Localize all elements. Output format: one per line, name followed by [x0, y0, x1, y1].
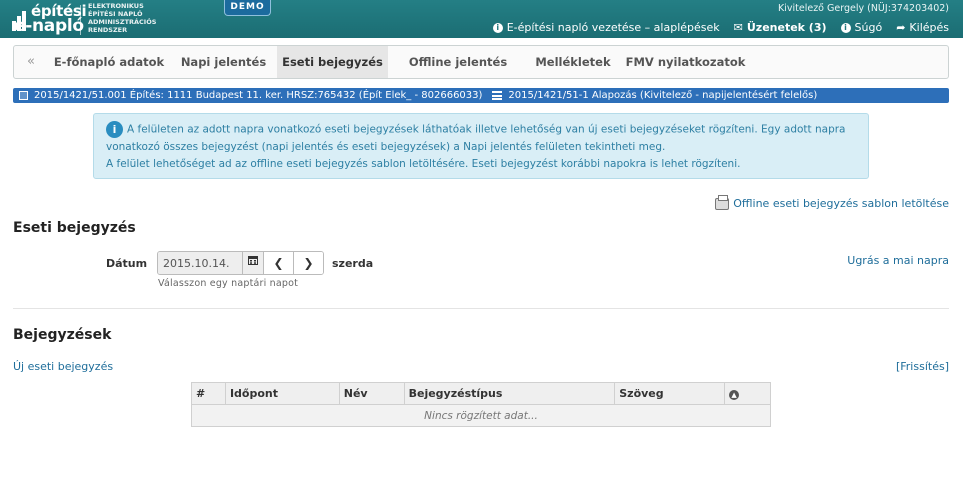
offline-template-download-link[interactable]: Offline eseti bejegyzés sablon letöltése — [715, 194, 949, 210]
info-icon: i — [106, 121, 123, 138]
date-hint: Válasszon egy naptári napot — [158, 278, 299, 289]
chevron-right-icon: ❯ — [303, 256, 314, 270]
logo-text-2: e-napló — [14, 16, 84, 36]
tab-eseti-bejegyzes[interactable]: Eseti bejegyzés — [277, 46, 388, 78]
guide-link-label: E-építési napló vezetése – alaplépések — [506, 21, 720, 34]
collapse-tabs-button[interactable]: « — [14, 46, 48, 78]
logo-sub-line: ADMINISZTRÁCIÓS — [88, 18, 157, 26]
logout-link-label: Kilépés — [909, 21, 949, 34]
info-circle-icon: i — [840, 22, 851, 33]
empty-table-message: Nincs rögzített adat... — [191, 404, 771, 427]
tab-mellekletek[interactable]: Mellékletek — [528, 46, 618, 78]
guide-link[interactable]: i E-építési napló vezetése – alaplépések — [492, 21, 720, 34]
table-row: Nincs rögzített adat... — [191, 404, 771, 427]
next-day-button[interactable]: ❯ — [293, 252, 323, 274]
section-divider — [13, 308, 949, 309]
chevron-left-icon: ❮ — [273, 256, 284, 270]
col-szoveg[interactable]: Szöveg — [614, 382, 726, 405]
info-paragraph-1: iA felületen az adott napra vonatkozó es… — [106, 121, 860, 156]
logout-link[interactable]: ➦ Kilépés — [896, 21, 949, 34]
messages-link[interactable]: ✉ Üzenetek (3) — [734, 21, 827, 34]
demo-badge: DEMO — [224, 0, 271, 16]
project-sub-label: 2015/1421/51-1 Alapozás (Kivitelező - na… — [508, 90, 818, 101]
project-main-label: 2015/1421/51.001 Építés: 1111 Budapest 1… — [34, 90, 483, 101]
project-square-icon — [19, 91, 28, 100]
col-number[interactable]: # — [191, 382, 226, 405]
table-header-row: # Időpont Név Bejegyzéstípus Szöveg ▲ — [191, 382, 771, 405]
info-alert: iA felületen az adott napra vonatkozó es… — [93, 113, 869, 179]
info-circle-icon: i — [492, 22, 503, 33]
tab-napi-jelentes[interactable]: Napi jelentés — [170, 46, 277, 78]
tab-efonaplo-adatok[interactable]: E-főnapló adatok — [48, 46, 170, 78]
envelope-icon: ✉ — [733, 21, 743, 34]
logo-sub-line: ÉPÍTÉSI NAPLÓ — [88, 10, 143, 18]
top-header: építési e-napló ELEKTRONIKUS ÉPÍTÉSI NAP… — [0, 0, 963, 38]
calendar-button[interactable] — [242, 252, 263, 274]
logo-subtitle: ELEKTRONIKUS ÉPÍTÉSI NAPLÓ ADMINISZTRÁCI… — [88, 2, 156, 34]
help-link[interactable]: i Súgó — [840, 21, 883, 34]
info-text-1: A felületen az adott napra vonatkozó ese… — [106, 123, 846, 153]
previous-day-button[interactable]: ❮ — [263, 252, 293, 274]
col-nev[interactable]: Név — [338, 382, 405, 405]
column-options-button[interactable]: ▲ — [724, 382, 771, 405]
goto-today-link[interactable]: Ugrás a mai napra — [847, 254, 949, 267]
column-options-icon: ▲ — [729, 390, 740, 400]
main-tabs: « E-főnapló adatok Napi jelentés Eseti b… — [13, 45, 949, 79]
refresh-link[interactable]: [Frissítés] — [896, 360, 949, 373]
app-logo[interactable]: építési e-napló ELEKTRONIKUS ÉPÍTÉSI NAP… — [12, 2, 172, 36]
logo-sub-line: RENDSZER — [88, 26, 128, 34]
messages-link-label: Üzenetek (3) — [746, 21, 827, 34]
offline-template-label: Offline eseti bejegyzés sablon letöltése — [733, 197, 949, 210]
new-entry-link[interactable]: Új eseti bejegyzés — [13, 360, 113, 373]
date-label: Dátum — [106, 257, 148, 270]
logged-in-user: Kivitelező Gergely (NÜJ:374203402) — [778, 3, 949, 14]
date-input[interactable] — [158, 252, 242, 274]
col-idopont[interactable]: Időpont — [224, 382, 340, 405]
col-bejegyzestipus[interactable]: Bejegyzéstípus — [403, 382, 616, 405]
top-links: i E-építési napló vezetése – alaplépések… — [492, 21, 949, 34]
logo-sub-line: ELEKTRONIKUS — [88, 2, 144, 10]
section-title-eseti: Eseti bejegyzés — [13, 220, 136, 236]
calendar-icon — [248, 256, 258, 265]
entries-table: # Időpont Név Bejegyzéstípus Szöveg ▲ Ni… — [191, 382, 771, 427]
logout-arrow-icon: ➦ — [896, 21, 906, 34]
printer-icon — [715, 194, 730, 210]
list-icon — [492, 91, 503, 100]
tab-offline-jelentes[interactable]: Offline jelentés — [388, 46, 528, 78]
tab-fmv-nyilatkozatok[interactable]: FMV nyilatkozatok — [618, 46, 753, 78]
section-title-bejegyzesek: Bejegyzések — [13, 327, 112, 343]
weekday-label: szerda — [332, 257, 374, 270]
date-picker: ❮ ❯ — [157, 251, 324, 275]
help-link-label: Súgó — [854, 21, 883, 34]
logo-divider — [80, 5, 81, 35]
project-breadcrumb[interactable]: 2015/1421/51.001 Építés: 1111 Budapest 1… — [13, 88, 949, 103]
info-text-2: A felület lehetőséget ad az offline eset… — [106, 157, 741, 170]
